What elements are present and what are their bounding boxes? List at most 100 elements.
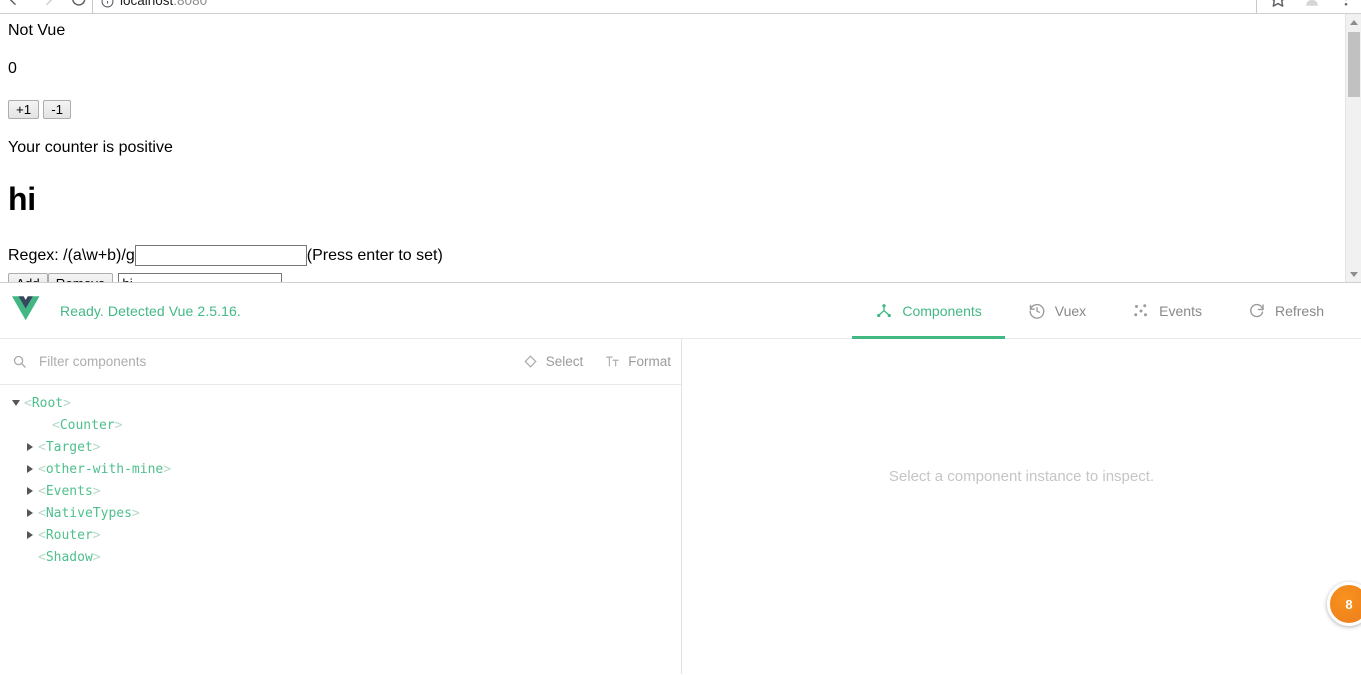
tree-node-label: Events — [45, 483, 93, 499]
chevron-right-icon — [27, 531, 33, 539]
tag-close-bracket: > — [131, 505, 140, 521]
scrollbar-up-arrow[interactable] — [1346, 14, 1361, 30]
devtools-body: Select Format <Root><Counter><Target><ot… — [0, 339, 1361, 674]
format-toggle-button[interactable]: Format — [605, 354, 671, 369]
tab-events[interactable]: Events — [1109, 283, 1225, 339]
inspector-empty-message: Select a component instance to inspect. — [888, 468, 1155, 485]
chevron-right-icon — [27, 443, 33, 451]
url-host: localhost — [120, 0, 174, 8]
chevron-right-icon — [27, 509, 33, 517]
devtools-tabs: Components Vuex Events Refresh — [852, 283, 1347, 339]
regex-input[interactable] — [134, 245, 307, 266]
tree-node[interactable]: < Router > — [0, 524, 681, 546]
site-info-icon[interactable] — [101, 0, 114, 8]
tag-close-bracket: > — [63, 395, 71, 411]
chevron-right-icon — [27, 487, 33, 495]
browser-menu-icon[interactable] — [1337, 0, 1355, 8]
component-tree-pane: Select Format <Root><Counter><Target><ot… — [0, 339, 682, 674]
tree-node-toggle[interactable] — [22, 436, 38, 458]
refresh-icon — [1250, 303, 1264, 317]
tree-node-toggle[interactable] — [8, 392, 24, 414]
tree-node[interactable]: < other-with-mine > — [0, 458, 681, 480]
tag-close-bracket: > — [92, 483, 101, 499]
browser-toolbar-right — [1269, 0, 1355, 8]
tree-node-label: Root — [31, 395, 64, 411]
components-icon — [877, 303, 892, 317]
filter-components-input[interactable] — [37, 353, 523, 370]
tag-open-bracket: < — [38, 549, 46, 565]
greeting-heading: hi — [8, 181, 36, 217]
vue-devtools-panel: Ready. Detected Vue 2.5.16. Components V… — [0, 283, 1361, 674]
counter-buttons: +1 -1 — [8, 100, 1353, 119]
regex-row: Regex: /(a\w+b)/g (Press enter to set) — [8, 245, 1353, 266]
scrollbar-thumb[interactable] — [1348, 32, 1360, 97]
tree-node-toggle[interactable] — [22, 502, 38, 524]
page-viewport: Not Vue 0 +1 -1 Your counter is positive… — [0, 14, 1361, 283]
remove-button[interactable]: Remove — [47, 273, 114, 282]
tag-open-bracket: < — [38, 439, 46, 455]
page-scrollbar[interactable] — [1345, 14, 1361, 282]
tab-events-label: Events — [1159, 302, 1202, 319]
bookmark-star-icon[interactable] — [1269, 0, 1287, 8]
target-icon — [524, 355, 537, 368]
forward-icon[interactable] — [38, 0, 56, 8]
select-component-button[interactable]: Select — [523, 354, 584, 369]
tree-node-spacer — [22, 546, 38, 568]
chevron-down-icon — [12, 400, 20, 406]
tag-close-bracket: > — [92, 527, 101, 543]
app-root: Not Vue 0 +1 -1 Your counter is positive… — [0, 14, 1361, 282]
tree-toolbar-actions: Select Format — [523, 354, 671, 369]
tab-components-label: Components — [902, 302, 982, 319]
tag-close-bracket: > — [163, 461, 172, 477]
browser-toolbar: localhost:8080 — [0, 0, 1361, 14]
tree-node-label: Counter — [59, 417, 115, 433]
component-inspector-pane: Select a component instance to inspect. — [682, 339, 1361, 674]
decrement-button[interactable]: -1 — [43, 100, 72, 119]
tree-node-label: Shadow — [45, 549, 93, 565]
tag-close-bracket: > — [92, 549, 101, 565]
tag-open-bracket: < — [38, 527, 46, 543]
app-title: Not Vue — [8, 22, 66, 39]
tree-node-label: Target — [45, 439, 93, 455]
vuex-history-icon — [1029, 303, 1045, 319]
regex-hint: (Press enter to set) — [306, 246, 443, 264]
word-controls-row: Add Remove — [8, 273, 1353, 282]
tree-node[interactable]: < Shadow > — [0, 546, 681, 568]
tree-node[interactable]: < Target > — [0, 436, 681, 458]
tag-open-bracket: < — [38, 505, 46, 521]
component-tree-toolbar: Select Format — [0, 339, 681, 385]
tree-node[interactable]: < Events > — [0, 480, 681, 502]
tree-node-label: other-with-mine — [45, 461, 164, 477]
reload-icon[interactable] — [70, 0, 88, 8]
back-icon[interactable] — [6, 0, 24, 8]
scrollbar-down-arrow[interactable] — [1346, 266, 1361, 282]
text-format-icon — [606, 356, 619, 367]
counter-value: 0 — [8, 60, 17, 77]
tab-refresh-label: Refresh — [1274, 302, 1324, 319]
tab-components[interactable]: Components — [852, 283, 1006, 339]
profile-avatar-icon[interactable] — [1303, 0, 1321, 8]
url-port: :8080 — [173, 0, 208, 8]
tab-refresh[interactable]: Refresh — [1225, 283, 1347, 339]
devtools-status-text: Ready. Detected Vue 2.5.16. — [60, 302, 241, 319]
component-tree-list[interactable]: < Root > < Counter > < Target > < other-with-mine >… — [0, 385, 681, 674]
tree-node-toggle[interactable] — [22, 458, 38, 480]
tree-node[interactable]: < Counter > — [0, 414, 681, 436]
add-button[interactable]: Add — [8, 273, 48, 282]
tag-open-bracket: < — [52, 417, 60, 433]
vue-logo-icon — [12, 295, 40, 320]
tree-node-spacer — [36, 414, 52, 436]
format-label: Format — [628, 354, 671, 369]
tree-node[interactable]: < Root > — [0, 392, 681, 414]
select-label: Select — [545, 354, 584, 369]
tree-node-toggle[interactable] — [22, 524, 38, 546]
tag-close-bracket: > — [92, 439, 101, 455]
address-bar[interactable]: localhost:8080 — [92, 0, 1257, 13]
tree-node[interactable]: < NativeTypes > — [0, 502, 681, 524]
tree-node-label: NativeTypes — [45, 505, 132, 521]
tree-node-toggle[interactable] — [22, 480, 38, 502]
word-input[interactable] — [118, 273, 283, 282]
tab-vuex[interactable]: Vuex — [1005, 283, 1109, 339]
increment-button[interactable]: +1 — [8, 100, 40, 119]
counter-status-text: Your counter is positive — [8, 139, 173, 156]
